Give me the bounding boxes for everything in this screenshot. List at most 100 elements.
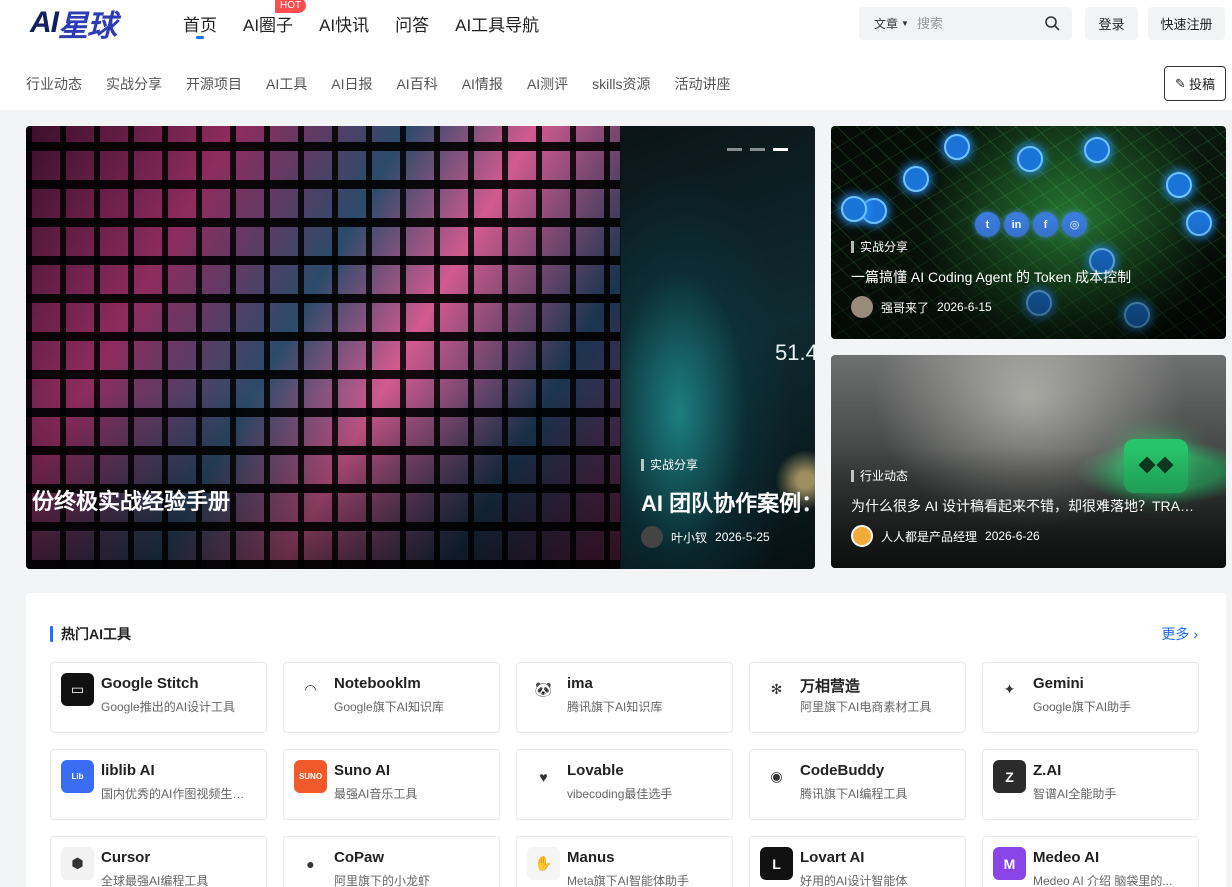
author-name[interactable]: 叶小钗 [671,529,707,546]
tool-card[interactable]: M Medeo AI Medeo AI 介绍 脑袋里的... [982,836,1199,887]
tool-desc: 好用的AI设计智能体 [800,874,908,887]
tool-card[interactable]: ▭ Google Stitch Google推出的AI设计工具 [50,662,267,733]
avatar [851,525,873,547]
avatar-bubble [1084,137,1110,163]
slide-category: 实战分享 [641,456,698,473]
tool-desc: 腾讯旗下AI编程工具 [800,787,908,801]
avatar-bubble [1017,146,1043,172]
card-meta: 强哥来了 2026-6-15 [851,296,992,318]
category-events[interactable]: 活动讲座 [675,74,731,94]
tool-card[interactable]: ♥ Lovable vibecoding最佳选手 [516,749,733,820]
chevron-down-icon: ▼ [901,19,909,28]
tool-card[interactable]: ⬢ Cursor 全球最强AI编程工具 [50,836,267,887]
tool-card[interactable]: ● CoPaw 阿里旗下的小龙虾 [283,836,500,887]
post-date: 2026-6-15 [937,300,992,314]
hot-tools-panel: 热门AI工具 更多 › ▭ Google Stitch Google推出的AI设计工… [26,593,1226,887]
category-ai-review[interactable]: AI测评 [527,74,568,94]
notebooklm-icon: ◠ [294,673,327,706]
hero-slide-2[interactable]: 51.4 实战分享 AI 团队协作案例： 叶小钗 2026-5-25 [621,126,815,569]
category-ai-wiki[interactable]: AI百科 [396,74,437,94]
nav-qa[interactable]: 问答 [395,0,429,46]
avatar [641,526,663,548]
codebuddy-icon: ◉ [760,760,793,793]
tool-desc: 最强AI音乐工具 [334,787,418,801]
category-practice[interactable]: 实战分享 [106,74,162,94]
slide-meta: 叶小钗 2026-5-25 [641,526,770,548]
section-title: 热门AI工具 [50,624,131,644]
category-ai-intel[interactable]: AI情报 [462,74,503,94]
tool-desc: Google旗下AI知识库 [334,700,445,714]
tool-name[interactable]: Manus [567,849,615,866]
tool-card[interactable]: ✻ 万相营造 阿里旗下AI电商素材工具 [749,662,966,733]
lovart-icon: L [760,847,793,880]
tool-name[interactable]: 万相营造 [800,675,860,696]
search-box: 文章 ▼ [859,7,1072,40]
featured-card-2[interactable]: 行业动态 为什么很多 AI 设计稿看起来不错，却很难落地？TRAE... 人人都… [831,355,1226,568]
site-logo[interactable]: AI 星球 [30,6,117,43]
tool-card[interactable]: ◠ Notebooklm Google旗下AI知识库 [283,662,500,733]
search-icon[interactable] [1044,15,1060,31]
wanxiang-icon: ✻ [760,673,793,706]
tool-card[interactable]: Z Z.AI 智谱AI全能助手 [982,749,1199,820]
logo-text-xingqiu: 星球 [58,10,117,43]
nav-home[interactable]: 首页 [183,0,217,46]
tool-card[interactable]: ◉ CodeBuddy 腾讯旗下AI编程工具 [749,749,966,820]
tool-name[interactable]: CoPaw [334,849,384,866]
card-title[interactable]: 为什么很多 AI 设计稿看起来不错，却很难落地？TRAE... [851,496,1200,516]
category-ai-daily[interactable]: AI日报 [331,74,372,94]
post-button[interactable]: ✎ 投稿 [1164,66,1226,101]
hero-slide-1[interactable]: 份终极实战经验手册 [26,126,620,569]
category-ai-tools[interactable]: AI工具 [266,74,307,94]
nav-ai-news[interactable]: AI快讯 [319,0,369,46]
tool-name[interactable]: ima [567,675,593,692]
tool-name[interactable]: Lovable [567,762,624,779]
category-open-source[interactable]: 开源项目 [186,74,242,94]
nav-ai-tools[interactable]: AI工具导航 [455,0,539,46]
carousel-dot[interactable] [727,148,742,151]
liblib-icon: Lib [61,760,94,793]
avatar-bubble [903,166,929,192]
tool-name[interactable]: Lovart AI [800,849,864,866]
tool-card[interactable]: Lib liblib AI 国内优秀的AI作图视频生成工具 [50,749,267,820]
card-category: 实战分享 [851,238,908,255]
hero-carousel[interactable]: 份终极实战经验手册 51.4 实战分享 AI 团队协作案例： 叶小钗 2026-… [26,126,815,569]
tool-name[interactable]: Google Stitch [101,675,199,692]
tool-name[interactable]: Notebooklm [334,675,421,692]
tool-name[interactable]: Gemini [1033,675,1084,692]
tool-card[interactable]: SUNO Suno AI 最强AI音乐工具 [283,749,500,820]
tool-name[interactable]: Cursor [101,849,150,866]
tool-card[interactable]: 🐼 ima 腾讯旗下AI知识库 [516,662,733,733]
avatar-bubble [1166,172,1192,198]
hero-slide-title: 份终极实战经验手册 [32,489,231,514]
tool-card[interactable]: ✋ Manus Meta旗下AI智能体助手 [516,836,733,887]
site-header: AI星球 首页 AI圈子 AI快讯 问答 AI工具导航 HOT 文章 ▼ 登录 … [0,0,1232,110]
more-label: 更多 [1161,626,1190,642]
post-button-label: 投稿 [1188,77,1215,92]
login-button[interactable]: 登录 [1085,7,1138,40]
tool-desc: 阿里旗下的小龙虾 [334,874,431,887]
tool-card[interactable]: ✦ Gemini Google旗下AI助手 [982,662,1199,733]
tool-name[interactable]: Medeo AI [1033,849,1099,866]
hero-slide-title: AI 团队协作案例： [641,491,815,516]
card-category: 行业动态 [851,467,908,484]
more-link[interactable]: 更多 › [1161,624,1198,644]
tool-desc: 国内优秀的AI作图视频生成工具 [101,787,256,801]
card-title[interactable]: 一篇搞懂 AI Coding Agent 的 Token 成本控制 [851,267,1200,287]
carousel-dot-active[interactable] [773,148,788,151]
search-input[interactable] [916,16,1027,31]
tool-name[interactable]: liblib AI [101,762,155,779]
category-industry[interactable]: 行业动态 [26,74,82,94]
tool-name[interactable]: CodeBuddy [800,762,884,779]
tool-card[interactable]: L Lovart AI 好用的AI设计智能体 [749,836,966,887]
author-name[interactable]: 强哥来了 [881,299,929,316]
tool-name[interactable]: Z.AI [1033,762,1061,779]
featured-card-1[interactable]: t in f ◎ 实战分享 一篇搞懂 AI Coding Agent 的 Tok… [831,126,1226,339]
author-name[interactable]: 人人都是产品经理 [881,528,977,545]
tool-name[interactable]: Suno AI [334,762,390,779]
post-date: 2026-6-26 [985,529,1040,543]
main-nav: 首页 AI圈子 AI快讯 问答 AI工具导航 [183,0,565,46]
category-skills[interactable]: skills资源 [592,74,650,94]
carousel-dot[interactable] [750,148,765,151]
register-button[interactable]: 快速注册 [1148,7,1225,40]
search-scope-select[interactable]: 文章 ▼ [859,15,917,32]
